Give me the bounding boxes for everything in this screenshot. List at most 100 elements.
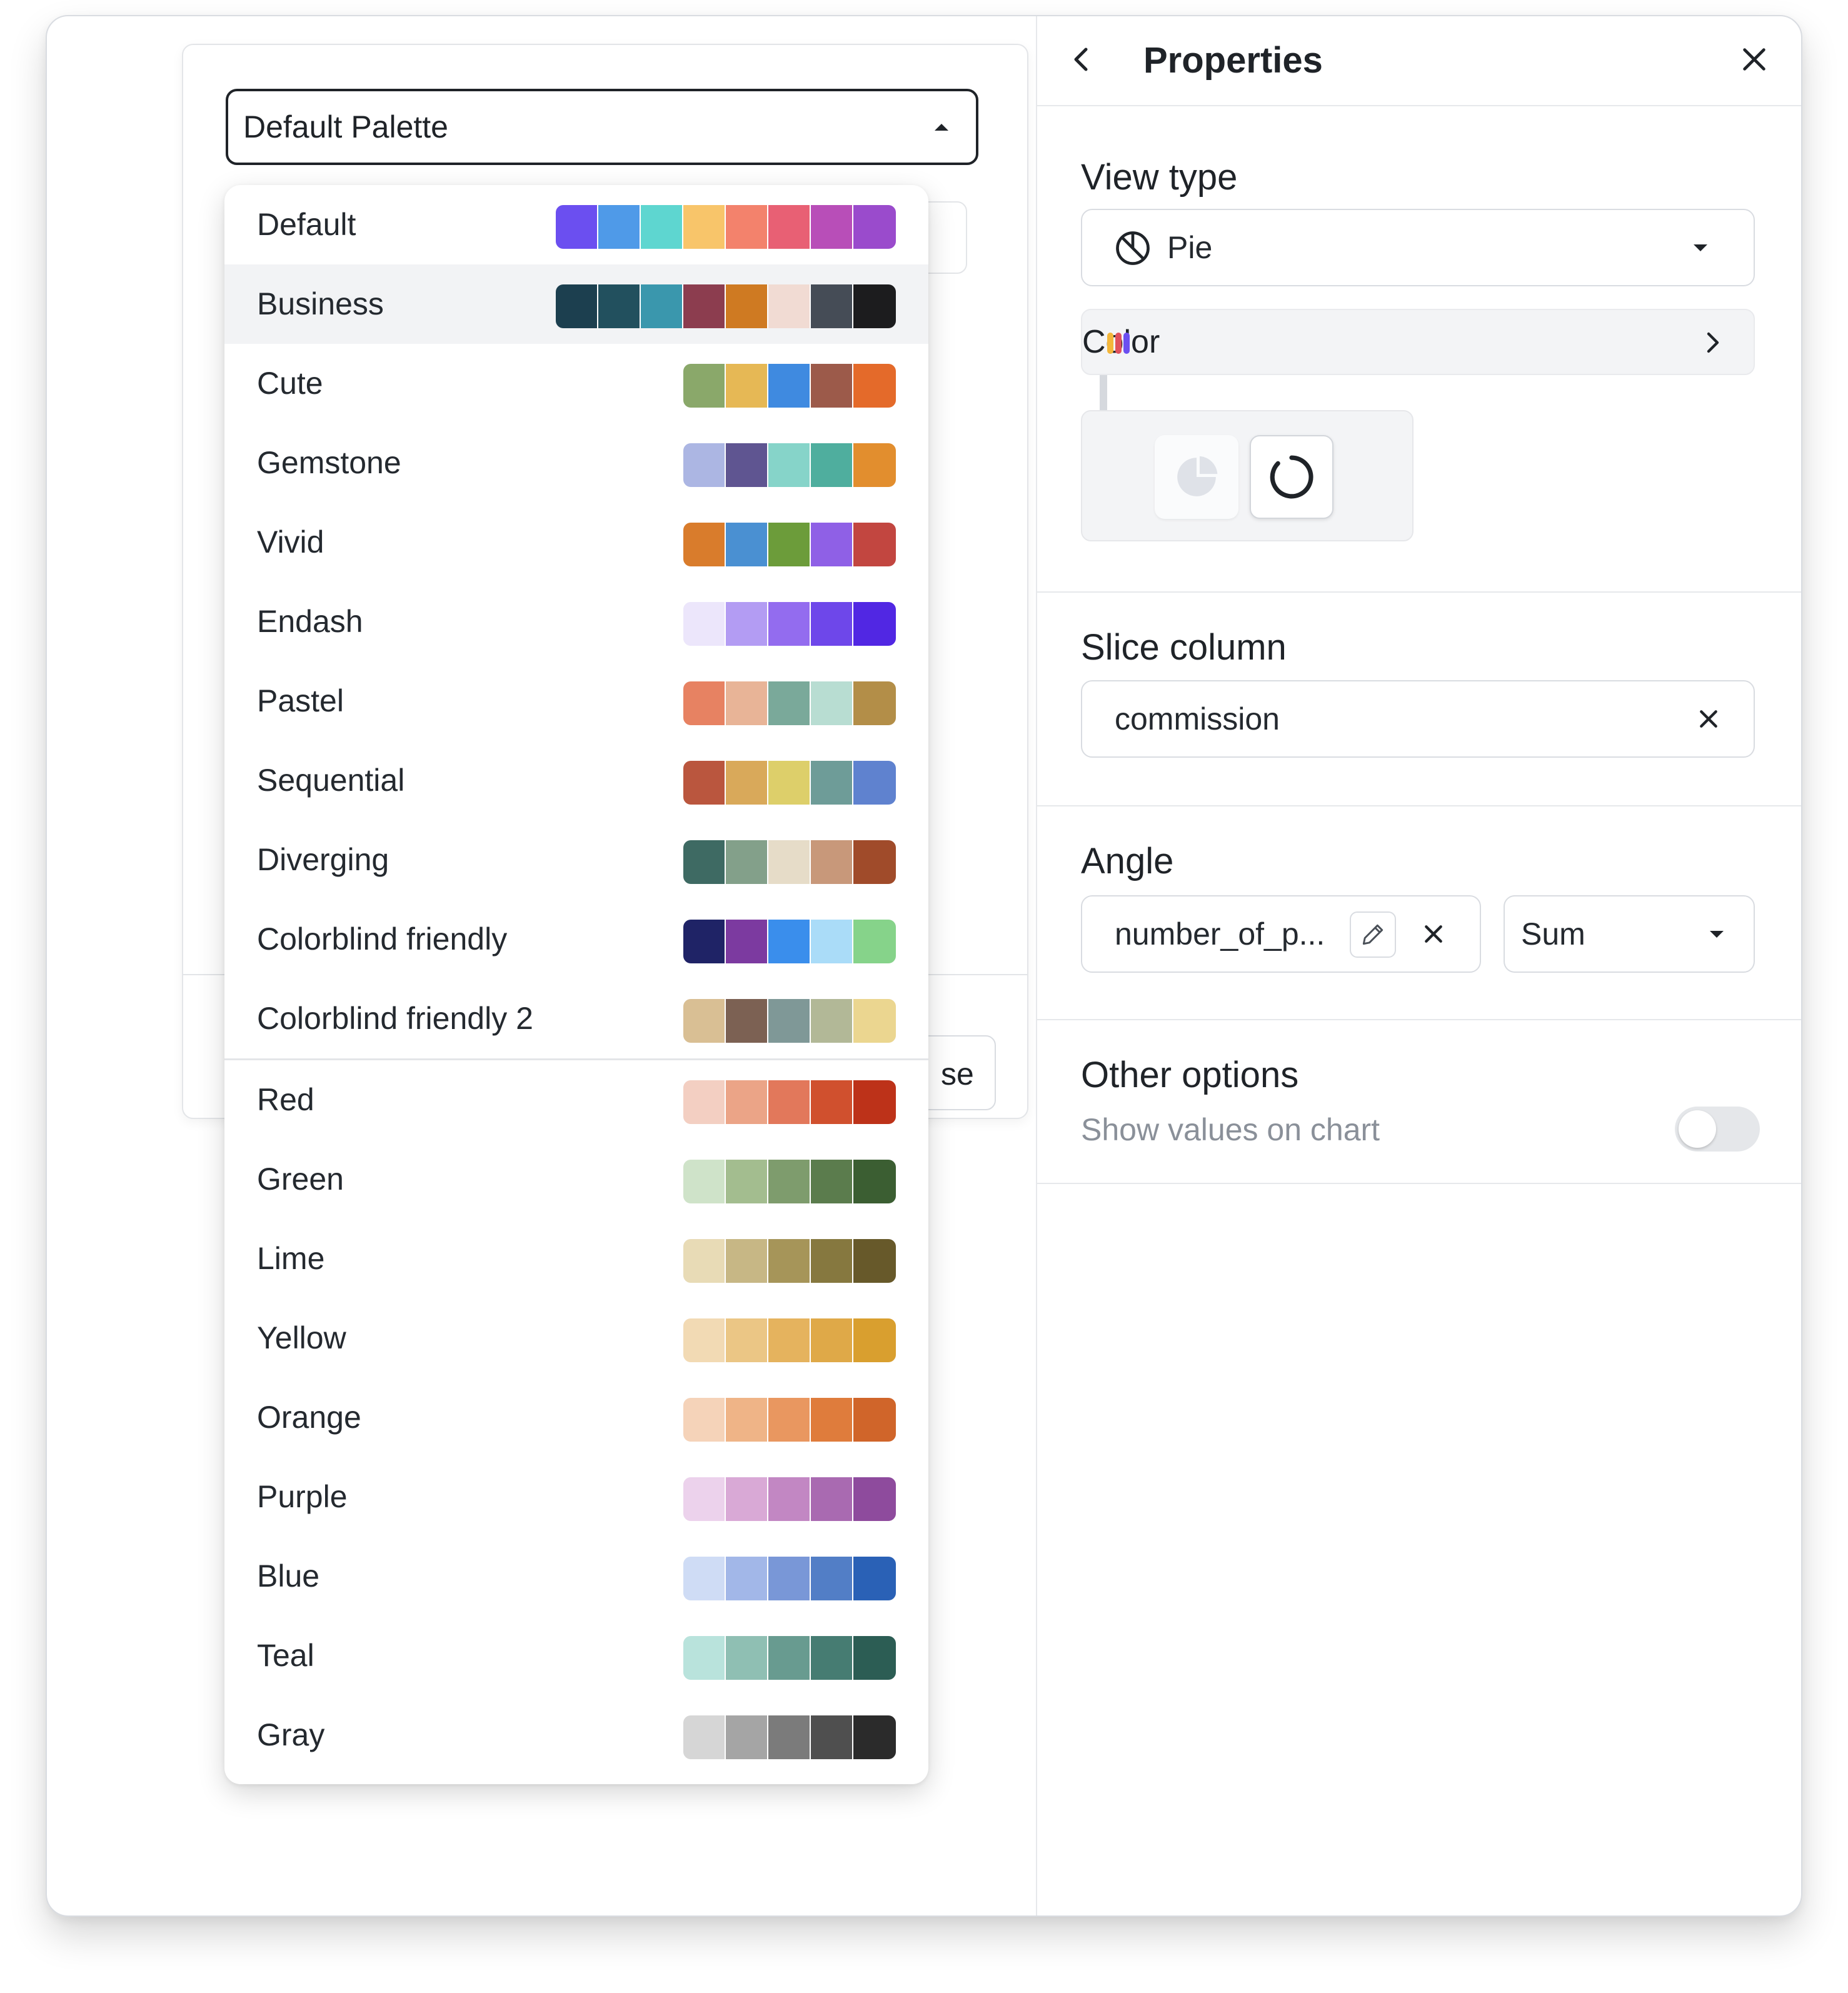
color-swatch [853,602,896,646]
caret-down-icon [1694,244,1707,251]
donut-style-button[interactable] [1250,435,1333,519]
color-swatch [811,1239,853,1283]
clear-icon[interactable] [1421,921,1446,946]
palette-option-colorblind-friendly-2[interactable]: Colorblind friendly 2 [224,979,928,1058]
palette-swatch-strip [683,681,896,725]
color-swatch [853,1160,896,1203]
color-swatch [811,1636,853,1680]
palette-option-diverging[interactable]: Diverging [224,820,928,900]
color-swatch [853,1080,896,1124]
palette-option-vivid[interactable]: Vivid [224,503,928,582]
slice-column-field[interactable]: commission [1081,680,1755,758]
color-swatch [768,1636,811,1680]
angle-column-field[interactable]: number_of_p... [1081,895,1481,973]
palette-swatch-strip [683,1080,896,1124]
color-swatch [768,1239,811,1283]
chevron-right-icon [1707,332,1719,353]
palette-option-label: Blue [257,1559,320,1594]
toggle-knob [1679,1110,1716,1148]
view-type-select[interactable]: Pie [1081,209,1755,286]
palette-option-sequential[interactable]: Sequential [224,741,928,820]
color-swatch [811,1477,853,1521]
palette-swatch-strip [683,761,896,805]
palette-option-blue[interactable]: Blue [224,1537,928,1616]
palette-option-business[interactable]: Business [224,264,928,344]
pie-chart-icon [1116,231,1150,265]
palette-select[interactable]: Default Palette [226,89,978,165]
caret-up-icon [935,124,948,131]
aggregate-select[interactable]: Sum [1504,895,1755,973]
palette-option-pastel[interactable]: Pastel [224,661,928,741]
clear-icon[interactable] [1696,706,1721,731]
color-swatch [768,443,811,487]
color-swatch [811,840,853,884]
palette-option-label: Red [257,1082,314,1117]
app-window: se Default Palette Default Business Cute Ge… [46,15,1802,1917]
palette-option-colorblind-friendly[interactable]: Colorblind friendly [224,900,928,979]
palette-option-red[interactable]: Red [224,1060,928,1140]
color-swatch [811,920,853,963]
chevron-left-icon[interactable] [1070,44,1095,75]
palette-option-lime[interactable]: Lime [224,1219,928,1298]
palette-option-gemstone[interactable]: Gemstone [224,423,928,503]
palette-option-label: Diverging [257,842,389,877]
palette-option-yellow[interactable]: Yellow [224,1298,928,1378]
color-swatch [768,523,811,566]
color-swatch [768,999,811,1043]
close-icon[interactable] [1740,45,1769,74]
color-swatch [768,364,811,408]
palette-option-label: Default [257,207,356,242]
palette-option-orange[interactable]: Orange [224,1378,928,1457]
palette-option-green[interactable]: Green [224,1140,928,1219]
section-divider [1037,591,1801,593]
palette-swatch-strip [683,1318,896,1362]
color-swatch [768,1715,811,1759]
palette-swatch-strip [683,1160,896,1203]
palette-option-label: Lime [257,1241,325,1276]
color-swatch [726,761,768,805]
palette-swatch-strip [683,999,896,1043]
color-swatch [726,1318,768,1362]
palette-swatch-strip [683,1636,896,1680]
pie-style-button[interactable] [1155,435,1238,519]
color-swatch [683,364,726,408]
aggregate-value: Sum [1521,916,1585,951]
color-swatch [811,364,853,408]
color-swatch [683,1715,726,1759]
show-values-toggle[interactable] [1675,1107,1760,1152]
palette-option-default[interactable]: Default [224,185,928,264]
color-swatch [811,1398,853,1442]
color-swatch [726,1477,768,1521]
color-swatch [811,523,853,566]
palette-option-purple[interactable]: Purple [224,1457,928,1537]
slice-column-label: Slice column [1081,627,1287,668]
color-swatch [768,1080,811,1124]
color-swatch [683,840,726,884]
color-swatch [768,761,811,805]
palette-option-endash[interactable]: Endash [224,582,928,661]
color-swatch [683,1636,726,1680]
color-swatch [726,1160,768,1203]
color-swatch [768,1318,811,1362]
palette-option-label: Cute [257,366,323,401]
palette-option-label: Gemstone [257,445,401,480]
color-swatch [683,920,726,963]
palette-swatch-strip [683,920,896,963]
color-swatch [768,205,811,249]
color-swatch [853,999,896,1043]
color-settings-row[interactable]: Color [1081,309,1755,375]
palette-option-gray[interactable]: Gray [224,1695,928,1775]
palette-option-cute[interactable]: Cute [224,344,928,423]
color-swatch [683,1080,726,1124]
edit-button[interactable] [1350,911,1396,958]
color-swatch [853,364,896,408]
color-swatch [811,681,853,725]
palette-option-label: Purple [257,1479,348,1514]
color-swatch [726,1239,768,1283]
color-swatch [768,602,811,646]
color-swatch [811,602,853,646]
color-swatch [853,284,896,328]
color-swatch [768,284,811,328]
palette-option-teal[interactable]: Teal [224,1616,928,1695]
color-swatch [726,1636,768,1680]
